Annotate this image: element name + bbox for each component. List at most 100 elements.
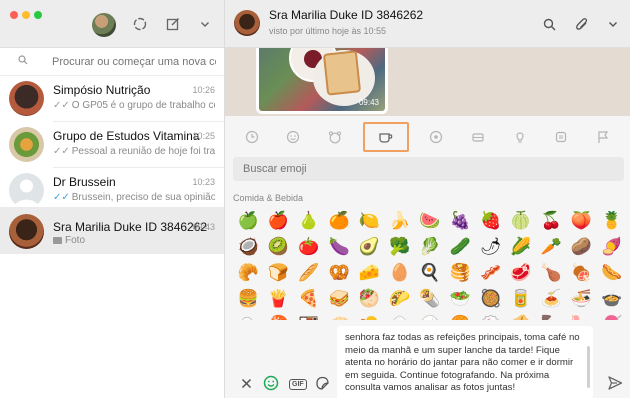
chat-list-item-active[interactable]: Sra Marilia Duke ID 3846262 09:43 Foto [0, 207, 224, 254]
status-icon[interactable] [131, 15, 149, 33]
emoji-item[interactable]: 🍍 [597, 208, 627, 234]
message-time: 09:43 [358, 98, 379, 107]
emoji-item[interactable]: 🥟 [324, 312, 354, 320]
emoji-item[interactable]: 🍗 [536, 260, 566, 286]
my-profile-avatar[interactable] [92, 13, 116, 37]
emoji-item[interactable]: 🌭 [597, 260, 627, 286]
emoji-item[interactable]: 🍔 [233, 286, 263, 312]
clock-icon[interactable] [238, 123, 266, 151]
emoji-item[interactable]: 🌶 [475, 234, 505, 260]
emoji-item[interactable]: 🍓 [475, 208, 505, 234]
emoji-item[interactable]: 🍉 [415, 208, 445, 234]
emoji-item[interactable]: 🥬 [415, 234, 445, 260]
emoji-item[interactable]: 🥩 [506, 260, 536, 286]
emoji-item[interactable]: 🍌 [384, 208, 414, 234]
bulb-icon[interactable] [506, 123, 534, 151]
window-zoom-button[interactable] [34, 11, 42, 19]
emoji-item[interactable]: 🥗 [445, 286, 475, 312]
emoji-item[interactable]: 🍏 [233, 208, 263, 234]
window-minimize-button[interactable] [22, 11, 30, 19]
menu-chevron-down-icon[interactable] [604, 15, 622, 33]
sticker-icon[interactable] [313, 374, 331, 392]
smiley-icon[interactable] [279, 123, 307, 151]
emoji-item[interactable]: 🍝 [536, 286, 566, 312]
emoji-item[interactable]: 🍖 [566, 260, 596, 286]
emoji-item[interactable]: 🌮 [384, 286, 414, 312]
emoji-item[interactable]: 🍥 [475, 312, 505, 320]
flag-icon[interactable] [589, 123, 617, 151]
emoji-item[interactable]: 🥚 [384, 260, 414, 286]
emoji-item[interactable]: 🥙 [354, 286, 384, 312]
ball-icon[interactable] [422, 123, 450, 151]
emoji-item[interactable]: 🥓 [475, 260, 505, 286]
emoji-item[interactable]: 🌽 [506, 234, 536, 260]
symbols-icon[interactable] [547, 123, 575, 151]
emoji-item[interactable]: 🍕 [294, 286, 324, 312]
emoji-item[interactable]: 🍈 [506, 208, 536, 234]
message-input[interactable]: senhora faz todas as refeições principai… [337, 326, 593, 398]
emoji-item[interactable]: 🍚 [415, 312, 445, 320]
emoji-item[interactable]: 🍋 [354, 208, 384, 234]
emoji-item[interactable]: 🥑 [354, 234, 384, 260]
cup-icon[interactable] [362, 122, 409, 152]
car-icon[interactable] [464, 123, 492, 151]
send-icon[interactable] [606, 374, 624, 392]
emoji-item[interactable]: 🥞 [445, 260, 475, 286]
chat-search-input[interactable] [8, 52, 216, 72]
search-icon[interactable] [540, 15, 558, 33]
emoji-item[interactable]: 🥝 [263, 234, 293, 260]
attach-paperclip-icon[interactable] [573, 15, 591, 33]
emoji-item[interactable]: 🍙 [384, 312, 414, 320]
emoji-item[interactable]: 🍲 [597, 286, 627, 312]
menu-chevron-down-icon[interactable] [196, 15, 214, 33]
emoji-search-input[interactable] [233, 157, 624, 181]
chat-list-item[interactable]: Simpósio Nutrição 10:26 ✓✓ O GP05 é o gru… [0, 76, 224, 121]
emoji-item[interactable]: 🧀 [354, 260, 384, 286]
emoji-item[interactable]: 🥘 [475, 286, 505, 312]
emoji-item[interactable]: 🍐 [294, 208, 324, 234]
emoji-item[interactable]: 🥔 [566, 234, 596, 260]
emoji-item[interactable]: 🍑 [566, 208, 596, 234]
emoji-item[interactable]: 🍢 [536, 312, 566, 320]
emoji-item[interactable]: 🍤 [354, 312, 384, 320]
emoji-item[interactable]: 🥒 [445, 234, 475, 260]
emoji-item[interactable]: 🍎 [263, 208, 293, 234]
conversation-header[interactable]: Sra Marilia Duke ID 3846262 visto por úl… [225, 0, 630, 48]
emoji-item[interactable]: 🍆 [324, 234, 354, 260]
emoji-item[interactable]: 🍳 [415, 260, 445, 286]
photo-message[interactable]: 09:43 [256, 48, 388, 114]
emoji-item[interactable]: 🌯 [415, 286, 445, 312]
emoji-item[interactable]: 🥨 [324, 260, 354, 286]
emoji-item[interactable]: 🍊 [324, 208, 354, 234]
emoji-icon[interactable] [262, 374, 280, 392]
emoji-item[interactable]: 🍒 [536, 208, 566, 234]
contact-avatar[interactable] [234, 10, 260, 36]
bear-icon[interactable] [321, 123, 349, 151]
emoji-item[interactable]: 🍇 [445, 208, 475, 234]
emoji-item[interactable]: 🍛 [233, 312, 263, 320]
emoji-item[interactable]: 🍣 [263, 312, 293, 320]
emoji-item[interactable]: 🥖 [294, 260, 324, 286]
emoji-item[interactable]: 🥕 [536, 234, 566, 260]
emoji-item[interactable]: 🥠 [506, 312, 536, 320]
window-close-button[interactable] [10, 11, 18, 19]
new-chat-icon[interactable] [164, 15, 182, 33]
gif-button[interactable]: GIF [289, 379, 307, 390]
chat-list-item[interactable]: Grupo de Estudos Vitamina 10:25 ✓✓ Pessoa… [0, 122, 224, 167]
emoji-item[interactable]: 🍘 [445, 312, 475, 320]
emoji-item[interactable]: 🍅 [294, 234, 324, 260]
emoji-item[interactable]: 🍠 [597, 234, 627, 260]
emoji-item[interactable]: 🥥 [233, 234, 263, 260]
default-avatar [9, 173, 44, 208]
emoji-item[interactable]: 🍜 [566, 286, 596, 312]
emoji-item[interactable]: 🥪 [324, 286, 354, 312]
emoji-item[interactable]: 🍟 [263, 286, 293, 312]
emoji-item[interactable]: 🍧 [597, 312, 627, 320]
emoji-item[interactable]: 🍡 [566, 312, 596, 320]
emoji-item[interactable]: 🥦 [384, 234, 414, 260]
emoji-item[interactable]: 🥐 [233, 260, 263, 286]
emoji-item[interactable]: 🍱 [294, 312, 324, 320]
close-icon[interactable] [237, 374, 255, 392]
emoji-item[interactable]: 🥫 [506, 286, 536, 312]
emoji-item[interactable]: 🍞 [263, 260, 293, 286]
